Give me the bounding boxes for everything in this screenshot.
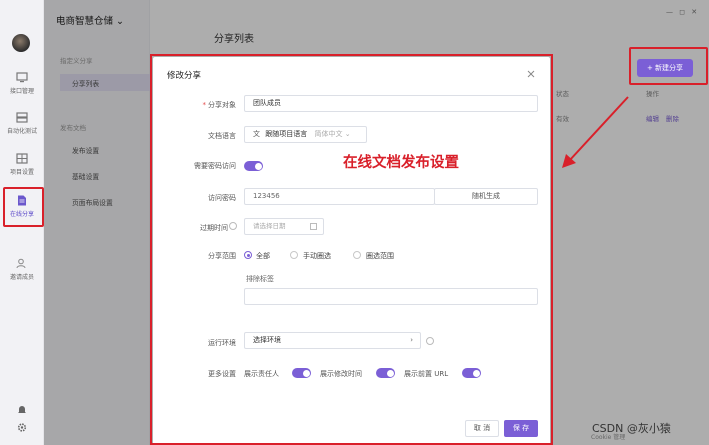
- monitor-icon: [16, 72, 28, 83]
- rail-item-invite[interactable]: 邀请成员: [0, 258, 44, 281]
- avatar[interactable]: [12, 34, 30, 52]
- rail-item-project-settings[interactable]: 项目设置: [0, 153, 44, 176]
- rail-item-label: 自动化测试: [6, 128, 37, 135]
- grid-icon: [16, 153, 28, 164]
- rail-item-api[interactable]: 接口管理: [0, 72, 44, 95]
- settings-button[interactable]: [0, 422, 44, 436]
- rail-item-label: 接口管理: [9, 88, 34, 95]
- rail-item-label: 项目设置: [9, 169, 34, 176]
- bell-button[interactable]: [0, 404, 44, 418]
- gear-icon: [16, 422, 28, 433]
- server-icon: [16, 112, 28, 123]
- annotation-box-dialog: [150, 54, 553, 445]
- user-plus-icon: [16, 258, 28, 269]
- annotation-box-rail: [3, 187, 44, 227]
- annotation-box-new-share: [629, 47, 708, 85]
- watermark: CSDN @灰小猿: [592, 422, 671, 435]
- rail-item-label: 邀请成员: [9, 274, 34, 281]
- bell-icon: [16, 404, 28, 415]
- annotation-text: 在线文档发布设置: [343, 154, 459, 171]
- rail-item-autotest[interactable]: 自动化测试: [0, 112, 44, 135]
